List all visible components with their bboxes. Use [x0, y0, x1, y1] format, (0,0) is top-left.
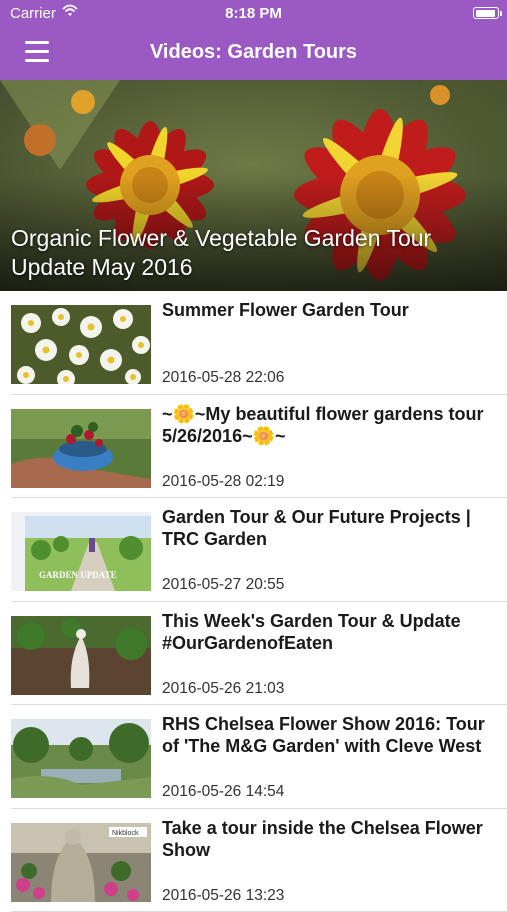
video-list-item[interactable]: Summer Flower Garden Tour 2016-05-28 22:…: [0, 291, 507, 395]
header-bar: Carrier 8:18 PM Videos: Garden Tours: [0, 0, 507, 80]
video-list-item[interactable]: ~🌼~My beautiful flower gardens tour 5/26…: [0, 395, 507, 499]
video-list-item[interactable]: This Week's Garden Tour & Update #OurGar…: [0, 602, 507, 706]
video-list-item[interactable]: GARDEN UPDATE Garden Tour & Our Future P…: [0, 498, 507, 602]
thumbnail-overlay-text: GARDEN UPDATE: [39, 570, 117, 580]
featured-video-title: Organic Flower & Vegetable Garden Tour U…: [11, 224, 481, 282]
video-title: Summer Flower Garden Tour: [162, 299, 502, 321]
video-title: Take a tour inside the Chelsea Flower Sh…: [162, 817, 502, 861]
video-date: 2016-05-27 20:55: [162, 576, 284, 594]
video-date: 2016-05-28 22:06: [162, 369, 284, 387]
video-thumbnail: Nikblock: [11, 823, 151, 902]
video-title: RHS Chelsea Flower Show 2016: Tour of 'T…: [162, 713, 502, 757]
video-title: This Week's Garden Tour & Update #OurGar…: [162, 610, 502, 654]
status-bar: Carrier 8:18 PM: [0, 0, 507, 28]
video-date: 2016-05-28 02:19: [162, 473, 284, 491]
video-date: 2016-05-26 13:23: [162, 887, 284, 905]
clock: 8:18 PM: [0, 5, 507, 22]
video-title: ~🌼~My beautiful flower gardens tour 5/26…: [162, 403, 502, 447]
featured-video[interactable]: Organic Flower & Vegetable Garden Tour U…: [0, 80, 507, 291]
video-list-item[interactable]: Nikblock Take a tour inside the Chelsea …: [0, 809, 507, 912]
navigation-bar: Videos: Garden Tours: [0, 28, 507, 80]
video-thumbnail: [11, 616, 151, 695]
page-title: Videos: Garden Tours: [0, 41, 507, 64]
video-date: 2016-05-26 14:54: [162, 783, 284, 801]
battery-icon: [473, 7, 499, 19]
video-date: 2016-05-26 21:03: [162, 680, 284, 698]
video-thumbnail: [11, 409, 151, 488]
video-list: Summer Flower Garden Tour 2016-05-28 22:…: [0, 291, 507, 912]
thumbnail-overlay-text: Nikblock: [112, 830, 139, 837]
video-thumbnail: [11, 305, 151, 384]
video-thumbnail: GARDEN UPDATE: [11, 512, 151, 591]
video-thumbnail: [11, 719, 151, 798]
video-list-item[interactable]: RHS Chelsea Flower Show 2016: Tour of 'T…: [0, 705, 507, 809]
video-title: Garden Tour & Our Future Projects | TRC …: [162, 506, 502, 550]
